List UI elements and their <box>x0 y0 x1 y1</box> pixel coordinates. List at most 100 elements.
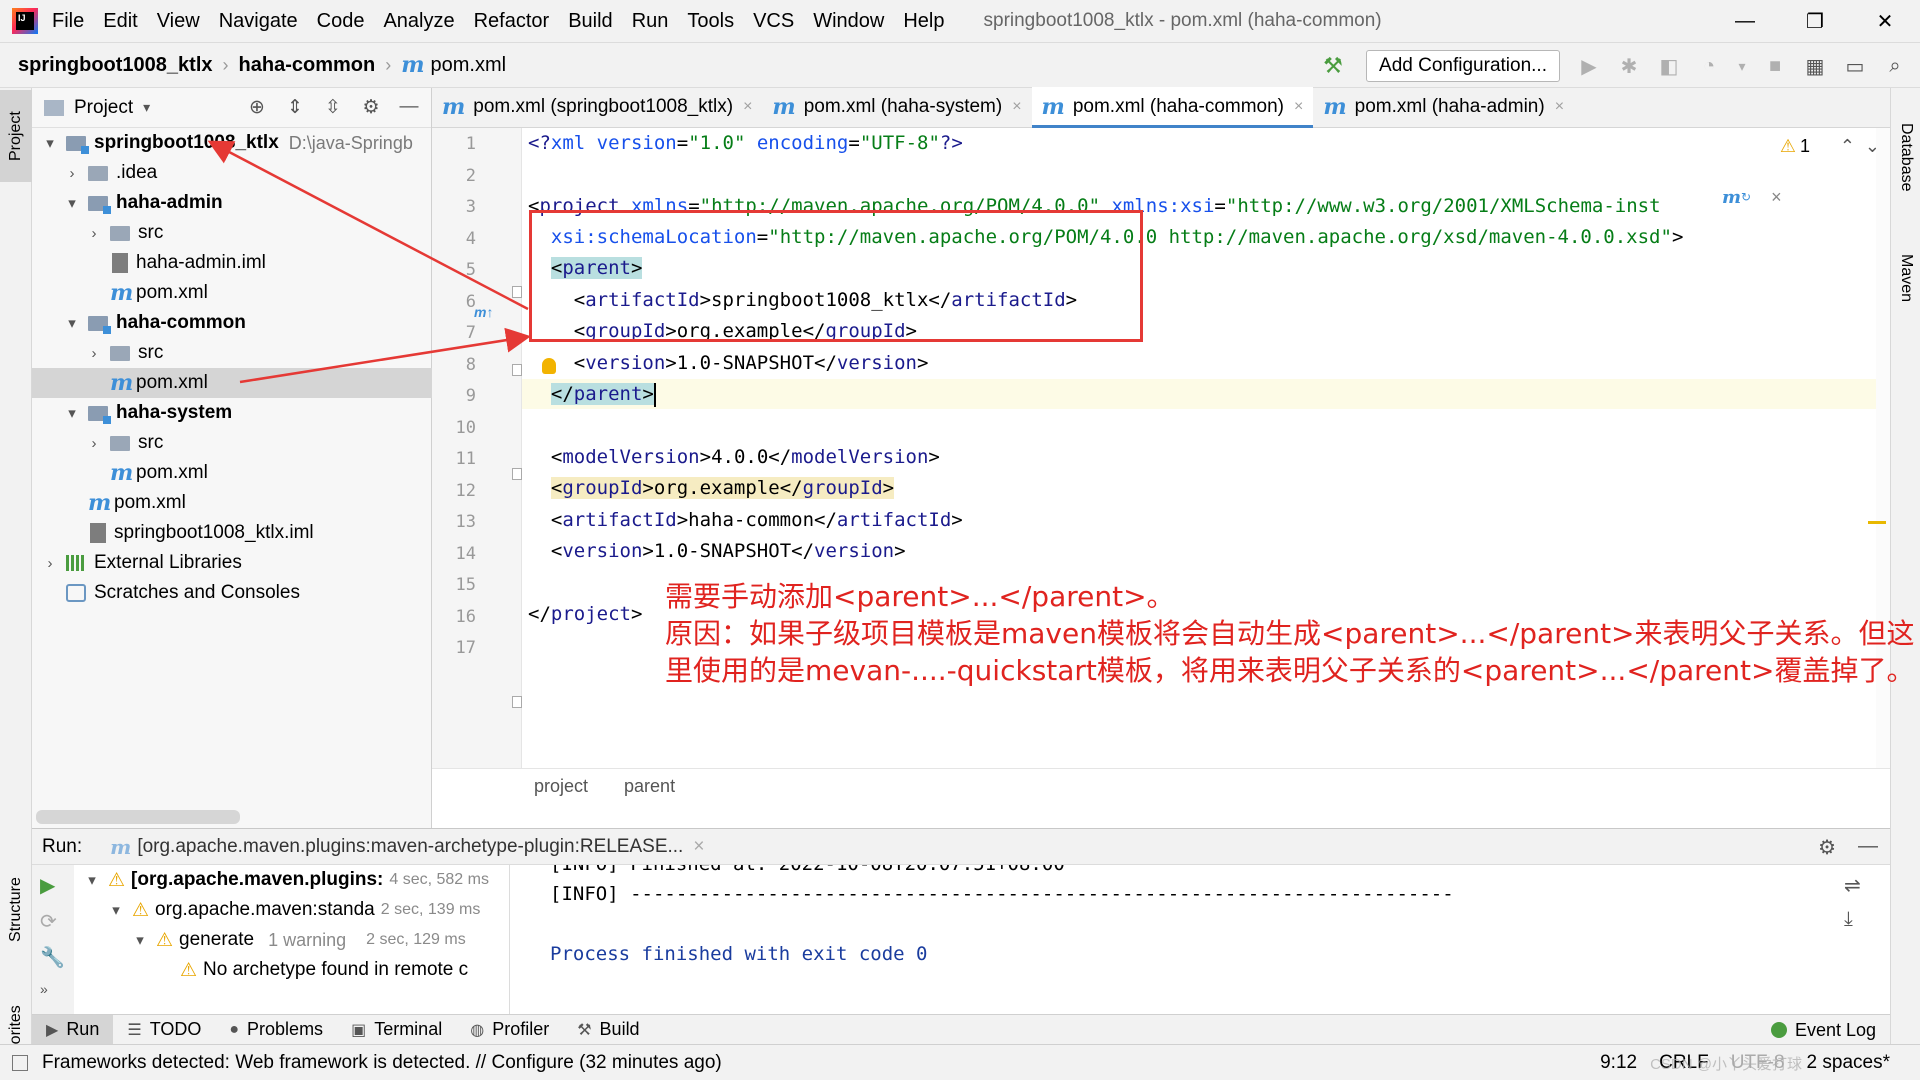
menu-run[interactable]: Run <box>632 10 669 33</box>
breadcrumb-project-tag[interactable]: project <box>534 776 588 797</box>
build-hammer-icon[interactable]: ⚒ <box>1320 53 1346 79</box>
menu-build[interactable]: Build <box>568 10 612 33</box>
tree-item[interactable]: ›mpom.xml <box>32 488 432 518</box>
locate-file-icon[interactable]: ⊕ <box>245 96 269 119</box>
inspection-nav-arrows[interactable]: ⌃ ⌄ <box>1840 136 1880 157</box>
add-configuration-button[interactable]: Add Configuration... <box>1366 50 1560 82</box>
menu-refactor[interactable]: Refactor <box>474 10 550 33</box>
close-tab-icon[interactable]: × <box>1294 98 1303 116</box>
minimize-icon[interactable]: — <box>1710 0 1780 42</box>
tree-item[interactable]: ›Scratches and Consoles <box>32 578 432 608</box>
horizontal-scrollbar[interactable] <box>36 810 240 824</box>
tree-item[interactable]: ▾ haha-common <box>32 308 432 338</box>
more-run-dropdown-icon[interactable]: ▾ <box>1734 58 1750 75</box>
chevron-down-icon[interactable]: ▾ <box>64 404 80 422</box>
close-tab-icon[interactable]: × <box>1012 98 1021 116</box>
run-tab[interactable]: [org.apache.maven.plugins:maven-archetyp… <box>137 836 683 858</box>
overrides-maven-icon[interactable]: m↑ <box>474 304 493 320</box>
fold-marker-icon[interactable] <box>512 468 522 480</box>
debug-icon[interactable]: ✱ <box>1614 54 1644 79</box>
maven-tool-button[interactable]: Maven <box>1891 238 1920 318</box>
fold-marker-icon[interactable] <box>512 286 522 298</box>
menu-window[interactable]: Window <box>813 10 884 33</box>
chevron-right-icon[interactable]: › <box>86 345 102 362</box>
menu-code[interactable]: Code <box>317 10 365 33</box>
stop-icon[interactable]: ■ <box>1760 55 1790 78</box>
maven-reload-icon[interactable]: m ↻ × <box>1722 184 1782 210</box>
run-icon[interactable]: ▶ <box>1574 54 1604 79</box>
build-tree-item[interactable]: ▾ ⚠ [org.apache.maven.plugins: 4 sec, 582 m… <box>84 865 489 895</box>
coverage-icon[interactable]: ◧ <box>1654 54 1684 79</box>
chevron-right-icon[interactable]: › <box>86 435 102 452</box>
chevron-down-icon[interactable]: ▾ <box>64 314 80 332</box>
gear-icon[interactable]: ⚙ <box>1818 835 1836 860</box>
indent-setting[interactable]: 2 spaces* <box>1807 1052 1890 1074</box>
chevron-down-icon[interactable]: ▾ <box>132 931 148 949</box>
hide-icon[interactable]: — <box>1858 835 1878 860</box>
menu-view[interactable]: View <box>157 10 200 33</box>
chevron-right-icon[interactable]: › <box>42 555 58 572</box>
warning-stripe-mark[interactable] <box>1868 521 1886 524</box>
tree-item[interactable]: ›haha-admin.iml <box>32 248 432 278</box>
expand-all-icon[interactable]: ⇕ <box>283 96 307 119</box>
close-tab-icon[interactable]: × <box>743 98 752 116</box>
build-tree-item[interactable]: ›⚠No archetype found in remote c <box>156 955 468 985</box>
tree-item[interactable]: ▾ haha-admin <box>32 188 432 218</box>
close-tab-icon[interactable]: × <box>1555 98 1564 116</box>
status-toggle-icon[interactable] <box>12 1054 28 1071</box>
tree-item[interactable]: › .idea <box>32 158 432 188</box>
editor-tab[interactable]: m pom.xml (haha-system) × <box>762 87 1031 127</box>
tool-tab-problems[interactable]: ● Problems <box>215 1015 337 1045</box>
presentation-icon[interactable]: ▭ <box>1840 54 1870 79</box>
search-icon[interactable]: ⌕ <box>1880 55 1910 78</box>
project-structure-icon[interactable]: ▦ <box>1800 54 1830 79</box>
tree-item[interactable]: ›mpom.xml <box>32 458 432 488</box>
breadcrumb-module[interactable]: haha-common <box>239 54 376 77</box>
tree-item[interactable]: › src <box>32 218 432 248</box>
chevron-down-icon[interactable]: ▾ <box>143 99 150 116</box>
menu-analyze[interactable]: Analyze <box>383 10 454 33</box>
hide-icon[interactable]: — <box>397 96 421 119</box>
tool-tab-todo[interactable]: ☰ TODO <box>113 1015 215 1045</box>
caret-position[interactable]: 9:12 <box>1600 1052 1637 1074</box>
close-icon[interactable]: ✕ <box>1850 0 1920 42</box>
chevron-down-icon[interactable]: ▾ <box>108 901 124 919</box>
breadcrumb-project[interactable]: springboot1008_ktlx <box>18 54 213 77</box>
more-icon[interactable]: » <box>40 981 48 997</box>
chevron-down-icon[interactable]: ▾ <box>64 194 80 212</box>
toggle-offline-icon[interactable]: ⟳ <box>40 909 57 934</box>
menu-tools[interactable]: Tools <box>687 10 734 33</box>
editor-tab[interactable]: m pom.xml (springboot1008_ktlx) × <box>432 87 762 127</box>
chevron-down-icon[interactable]: ▾ <box>42 134 58 152</box>
console-output[interactable]: [INFO] Finished at: 2022-10-08T20:07:51+… <box>510 865 1838 1015</box>
breadcrumb-file[interactable]: pom.xml <box>430 54 506 77</box>
tree-item[interactable]: ▾ haha-system <box>32 398 432 428</box>
restore-icon[interactable]: ❐ <box>1780 0 1850 42</box>
close-tab-icon[interactable]: × <box>693 836 704 858</box>
menu-navigate[interactable]: Navigate <box>219 10 298 33</box>
chevron-right-icon[interactable]: › <box>64 165 80 182</box>
build-tree-item[interactable]: ▾ ⚠ generate 1 warning 2 sec, 129 ms <box>132 925 465 955</box>
wrench-icon[interactable]: 🔧 <box>40 945 65 970</box>
chevron-right-icon[interactable]: › <box>86 225 102 242</box>
menu-help[interactable]: Help <box>903 10 944 33</box>
scroll-to-end-icon[interactable]: ⤓ <box>1844 908 1880 931</box>
profile-icon[interactable]: ◔ <box>1694 55 1724 78</box>
fold-marker-icon[interactable] <box>512 364 522 376</box>
collapse-all-icon[interactable]: ⇳ <box>321 96 345 119</box>
gear-icon[interactable]: ⚙ <box>359 96 383 119</box>
soft-wrap-icon[interactable]: ⇌ <box>1844 873 1880 898</box>
tool-tab-build[interactable]: ⚒ Build <box>563 1015 653 1045</box>
tool-tab-run[interactable]: ▶ Run <box>32 1014 114 1045</box>
project-view-selector[interactable]: Project <box>74 97 133 119</box>
menu-vcs[interactable]: VCS <box>753 10 794 33</box>
tree-item[interactable]: › External Libraries <box>32 548 432 578</box>
project-tool-button[interactable]: Project <box>0 90 32 182</box>
chevron-down-icon[interactable]: ▾ <box>84 871 100 889</box>
structure-tool-button[interactable]: Structure <box>0 860 32 960</box>
status-message[interactable]: Frameworks detected: Web framework is de… <box>42 1052 722 1074</box>
event-log-button[interactable]: Event Log <box>1770 1015 1876 1045</box>
tree-item[interactable]: ›springboot1008_ktlx.iml <box>32 518 432 548</box>
editor-tab[interactable]: m pom.xml (haha-common) × <box>1031 87 1314 128</box>
fold-marker-icon[interactable] <box>512 696 522 708</box>
